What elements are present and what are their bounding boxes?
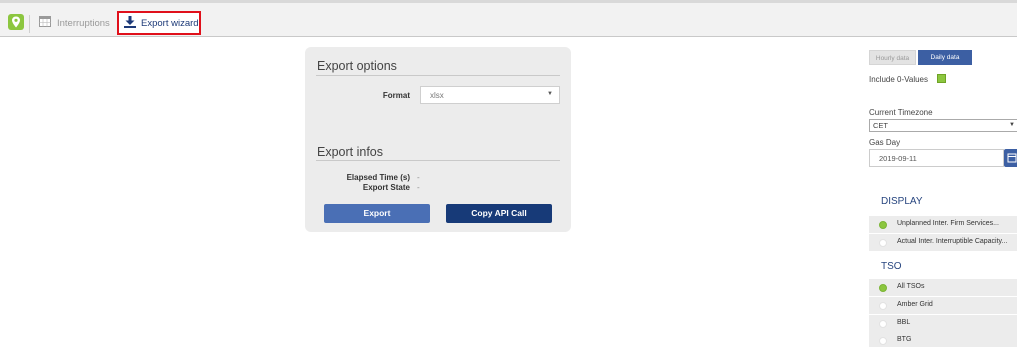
radio-unselected-icon [879,320,887,328]
timezone-select[interactable]: CET ▼ [869,119,1017,132]
calendar-picker-button[interactable] [1004,149,1017,167]
elapsed-time-value: - [417,173,420,182]
radio-selected-icon [879,284,887,292]
export-state-label: Export State [362,183,410,192]
gas-day-label: Gas Day [869,138,901,147]
tso-option-label: BTG [897,336,912,343]
format-select[interactable]: xlsx ▼ [420,86,560,104]
tso-option[interactable]: BTG [869,332,1017,348]
radio-unselected-icon [879,239,887,247]
tso-option-label: BBL [897,319,911,326]
timezone-value: CET [873,121,888,130]
tab-interruptions[interactable]: Interruptions [32,13,110,33]
include-zero-label: Include 0-Values [869,75,928,84]
display-section-title: DISPLAY [881,196,923,207]
format-value: xlsx [430,91,444,100]
radio-selected-icon [879,221,887,229]
tab-interruptions-label: Interruptions [57,17,110,29]
calendar-icon [1007,153,1017,163]
display-option[interactable]: Actual Inter. Interruptible Capacity... [869,234,1017,252]
format-label: Format [382,91,410,100]
chevron-down-icon: ▼ [547,91,553,97]
tso-option[interactable]: All TSOs [869,279,1017,297]
copy-api-call-button[interactable]: Copy API Call [446,204,552,223]
tab-divider [29,15,30,33]
include-zero-checkbox[interactable] [937,74,946,83]
display-option-label: Unplanned Inter. Firm Services... [897,220,999,227]
display-option-label: Actual Inter. Interruptible Capacity... [897,238,1008,245]
tso-option[interactable]: BBL [869,315,1017,333]
radio-unselected-icon [879,337,887,345]
export-infos-title: Export infos [317,145,384,159]
chevron-down-icon: ▼ [1009,122,1015,128]
export-button[interactable]: Export [324,204,430,223]
export-state-value: - [417,183,420,192]
tab-bar: Interruptions Export wizard [0,3,1017,37]
timezone-label: Current Timezone [869,108,933,117]
tso-option-label: Amber Grid [897,301,933,308]
tso-option-label: All TSOs [897,283,925,290]
export-options-title: Export options [317,59,397,73]
tso-option[interactable]: Amber Grid [869,297,1017,315]
daily-data-toggle[interactable]: Daily data [918,50,972,65]
hourly-data-toggle[interactable]: Hourly data [869,50,916,65]
tso-section-title: TSO [881,261,902,272]
app-logo-icon[interactable] [8,14,24,30]
display-option[interactable]: Unplanned Inter. Firm Services... [869,216,1017,234]
export-panel: Export options Format xlsx ▼ Export info… [305,47,571,232]
section-divider [316,160,560,161]
tab-export-wizard[interactable]: Export wizard [117,11,201,35]
calendar-icon [39,16,51,30]
download-icon [124,15,136,31]
elapsed-time-label: Elapsed Time (s) [346,173,410,182]
gas-day-input[interactable]: 2019-09-11 [869,149,1004,167]
section-divider [316,75,560,76]
radio-unselected-icon [879,302,887,310]
tab-export-wizard-label: Export wizard [141,17,199,29]
